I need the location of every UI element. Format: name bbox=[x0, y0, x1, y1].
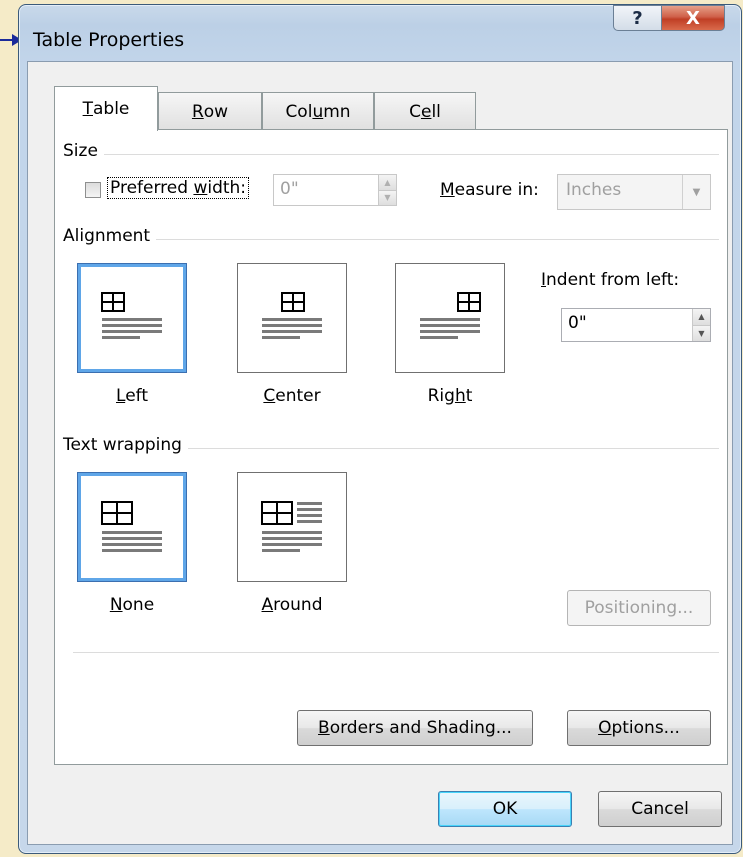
spin-down-icon[interactable]: ▼ bbox=[693, 325, 710, 341]
preferred-width-label: Preferred width: bbox=[107, 177, 250, 199]
table-properties-dialog: Table Properties ? X Table Row Col u mn Ce… bbox=[18, 4, 742, 854]
close-button[interactable]: X bbox=[661, 5, 725, 31]
align-right-icon bbox=[420, 292, 481, 339]
table-tab-panel: Size Preferred width: 0" ▲ ▼ Measure in: … bbox=[54, 129, 728, 765]
ok-button[interactable]: OK bbox=[438, 791, 572, 827]
borders-and-shading-button[interactable]: Borders and Shading... bbox=[297, 710, 533, 746]
positioning-button[interactable]: Positioning... bbox=[567, 590, 711, 626]
size-group-label: Size bbox=[63, 141, 104, 161]
indent-from-left-label: Indent from left: bbox=[541, 270, 680, 290]
alignment-group-label: Alignment bbox=[63, 226, 157, 246]
size-group-divider bbox=[65, 154, 719, 155]
wrap-around-option[interactable] bbox=[237, 472, 347, 582]
measure-in-select[interactable]: Inches ▼ bbox=[557, 174, 711, 210]
cancel-button[interactable]: Cancel bbox=[598, 791, 722, 827]
help-button[interactable]: ? bbox=[613, 5, 661, 31]
align-center-label: Center bbox=[263, 386, 321, 406]
wrap-around-icon bbox=[261, 501, 322, 552]
tab-column[interactable]: Col u mn bbox=[262, 92, 374, 130]
wrap-around-label: Around bbox=[261, 595, 323, 615]
tab-cell[interactable]: Ce ll bbox=[374, 92, 476, 130]
align-left-label: Left bbox=[116, 386, 148, 406]
wrap-none-label: None bbox=[109, 595, 155, 615]
dialog-client-area: Table Row Col u mn Ce ll Size Preferred wid… bbox=[27, 61, 733, 845]
preferred-width-checkbox[interactable] bbox=[85, 182, 101, 198]
align-left-icon bbox=[101, 292, 162, 339]
align-center-icon bbox=[262, 292, 322, 339]
text-wrapping-group-label: Text wrapping bbox=[63, 435, 188, 455]
indent-from-left-spinner[interactable]: 0" ▲ ▼ bbox=[561, 308, 711, 342]
tab-row[interactable]: Row bbox=[158, 92, 262, 130]
bottom-divider bbox=[73, 652, 719, 653]
align-right-option[interactable] bbox=[395, 263, 505, 373]
spin-up-icon[interactable]: ▲ bbox=[693, 309, 710, 326]
wrap-none-icon bbox=[101, 501, 162, 552]
indent-from-left-value[interactable]: 0" bbox=[562, 309, 692, 341]
align-center-option[interactable] bbox=[237, 263, 347, 373]
alignment-group-divider bbox=[65, 239, 719, 240]
wrap-none-option[interactable] bbox=[77, 472, 187, 582]
align-left-option[interactable] bbox=[77, 263, 187, 373]
chevron-down-icon[interactable]: ▼ bbox=[682, 175, 710, 209]
tab-table[interactable]: Table bbox=[54, 86, 158, 131]
measure-in-label: Measure in: bbox=[440, 180, 539, 200]
spin-down-icon[interactable]: ▼ bbox=[379, 190, 396, 205]
preferred-width-value[interactable]: 0" bbox=[274, 175, 378, 205]
dialog-title: Table Properties bbox=[33, 29, 185, 51]
preferred-width-spinner[interactable]: 0" ▲ ▼ bbox=[273, 174, 397, 206]
spin-up-icon[interactable]: ▲ bbox=[379, 175, 396, 191]
options-button[interactable]: Options... bbox=[567, 710, 711, 746]
align-right-label: Right bbox=[427, 386, 473, 406]
title-bar-buttons: ? X bbox=[613, 5, 725, 31]
